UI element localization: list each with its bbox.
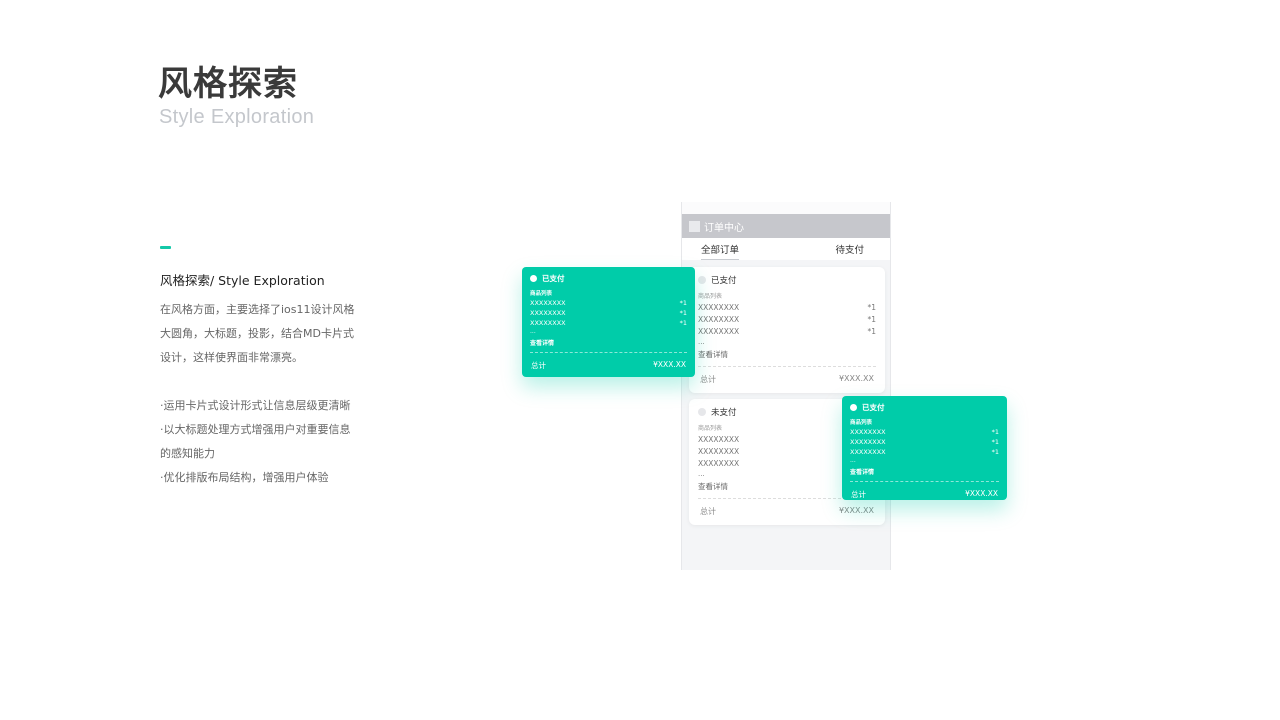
total-value: ¥XXX.XX [838,506,874,515]
total-label: 总计 [700,375,716,384]
list-item: XXXXXXXX *1 [698,314,876,326]
order-total: 总计 ¥XXX.XX [530,353,687,377]
item-qty: *1 [867,315,876,324]
desc-line: 在风格方面，主要选择了ios11设计风格 [160,303,355,316]
page-subtitle: Style Exploration [159,106,315,128]
more-indicator: ... [530,328,536,335]
item-qty: *1 [679,299,687,307]
list-item: XXXXXXXX *1 [850,437,999,447]
highlight-order-card[interactable]: 已支付 商品列表 XXXXXXXX *1 XXXXXXXX *1 XXXXXXXX *… [522,267,695,377]
desc-line: 设计，这样使界面非常漂亮。 [160,351,303,364]
accent-dash [160,246,171,249]
total-label: 总计 [700,507,716,516]
item-qty: *1 [991,448,999,456]
view-details-link[interactable]: 查看详情 [850,467,999,482]
back-icon[interactable] [689,220,700,232]
order-status: 已支付 [850,402,999,413]
view-details-link[interactable]: 查看详情 [698,349,876,367]
order-status: 已支付 [698,274,876,286]
section-heading: 风格探索/ Style Exploration [160,273,325,288]
list-item: XXXXXXXX *1 [850,427,999,437]
desc-line: 大圆角，大标题，投影，结合MD卡片式 [160,327,354,340]
order-status-label: 已支付 [711,276,737,286]
status-dot-icon [698,276,706,284]
order-tabs: 全部订单 待支付 [682,238,890,260]
status-dot-icon [530,275,537,282]
order-total: 总计 ¥XXX.XX [698,367,876,393]
list-item: XXXXXXXX *1 [698,302,876,314]
list-item: XXXXXXXX *1 [850,447,999,457]
view-details-link[interactable]: 查看详情 [530,338,687,353]
item-qty: *1 [867,327,876,336]
item-list-label: 商品列表 [850,420,873,426]
list-item: XXXXXXXX *1 [530,318,687,328]
item-name: XXXXXXXX [698,435,740,444]
bullet-item: ·优化排版布局结构，增强用户体验 [160,471,329,484]
item-name: XXXXXXXX [530,299,566,307]
status-dot-icon [850,404,857,411]
order-status-label: 已支付 [862,403,885,412]
bullet-item: ·以大标题处理方式增强用户对重要信息 [160,423,351,436]
order-card[interactable]: 已支付 商品列表 XXXXXXXX *1 XXXXXXXX *1 XXXXXXXX *… [689,267,885,393]
item-name: XXXXXXXX [530,309,566,317]
bullet-item: ·运用卡片式设计形式让信息层级更清晰 [160,399,351,412]
phone-header-title: 订单中心 [704,222,744,234]
item-qty: *1 [679,319,687,327]
section-description: 在风格方面，主要选择了ios11设计风格 大圆角，大标题，投影，结合MD卡片式 … [160,298,360,370]
more-indicator: ... [850,457,856,464]
item-qty: *1 [867,303,876,312]
tab-all-orders[interactable]: 全部订单 [701,242,740,260]
slide: 风格探索 Style Exploration 风格探索/ Style Explo… [0,0,1280,720]
total-value: ¥XXX.XX [965,489,998,498]
item-name: XXXXXXXX [698,327,740,336]
phone-mockup: 订单中心 全部订单 待支付 已支付 商品列表 XXXXXXXX *1 XXXXXX… [681,202,891,570]
order-total: 总计 ¥XXX.XX [850,482,999,506]
item-name: XXXXXXXX [530,319,566,327]
item-list-label: 商品列表 [530,291,553,297]
page-title: 风格探索 [158,64,298,104]
total-value: ¥XXX.XX [838,374,874,383]
status-bar [682,202,890,214]
item-name: XXXXXXXX [698,303,740,312]
item-name: XXXXXXXX [850,428,886,436]
item-list-label: 商品列表 [698,293,723,300]
total-value: ¥XXX.XX [653,360,686,369]
item-name: XXXXXXXX [698,315,740,324]
order-status-label: 未支付 [711,408,737,418]
list-item: XXXXXXXX *1 [698,326,876,338]
total-label: 总计 [851,490,866,499]
order-status-label: 已支付 [542,274,565,283]
item-name: XXXXXXXX [698,447,740,456]
list-item: XXXXXXXX *1 [530,298,687,308]
order-status: 已支付 [530,273,687,284]
item-qty: *1 [991,428,999,436]
item-name: XXXXXXXX [850,448,886,456]
item-qty: *1 [991,438,999,446]
bullet-item: 的感知能力 [160,447,215,460]
item-name: XXXXXXXX [698,459,740,468]
phone-header: 订单中心 [682,214,890,238]
more-indicator: ... [698,338,705,346]
item-qty: *1 [679,309,687,317]
item-name: XXXXXXXX [850,438,886,446]
total-label: 总计 [531,361,546,370]
list-item: XXXXXXXX *1 [530,308,687,318]
bullet-list: ·运用卡片式设计形式让信息层级更清晰 ·以大标题处理方式增强用户对重要信息 的感… [160,394,360,490]
tab-pending-payment[interactable]: 待支付 [835,242,864,256]
highlight-order-card[interactable]: 已支付 商品列表 XXXXXXXX *1 XXXXXXXX *1 XXXXXXXX *… [842,396,1007,500]
status-dot-icon [698,408,706,416]
